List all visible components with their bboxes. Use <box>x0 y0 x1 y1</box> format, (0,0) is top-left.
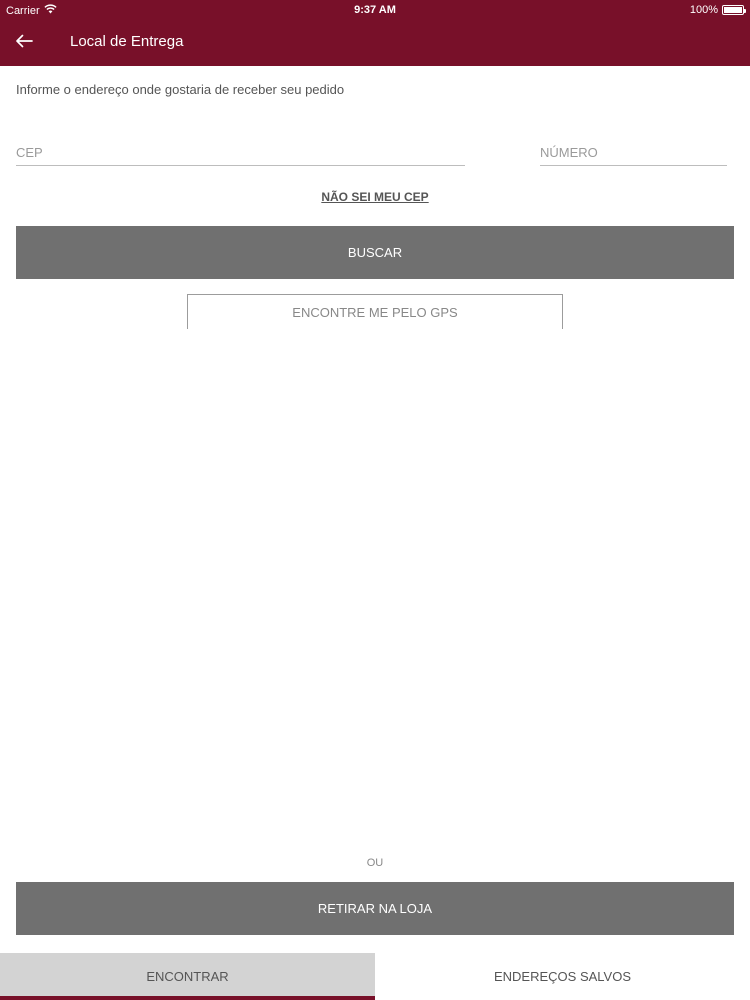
navigation-bar: Local de Entrega <box>0 20 750 66</box>
numero-field <box>540 136 727 166</box>
tab-enderecos-salvos[interactable]: ENDEREÇOS SALVOS <box>375 953 750 1000</box>
battery-icon <box>722 5 746 15</box>
arrow-left-icon <box>15 34 33 53</box>
cep-input[interactable] <box>16 136 465 164</box>
dont-know-cep-link[interactable]: NÃO SEI MEU CEP <box>0 190 750 204</box>
top-bar: Carrier 9:37 AM 100% Local de Entrega <box>0 0 750 66</box>
store-pickup-button[interactable]: RETIRAR NA LOJA <box>16 882 734 935</box>
or-separator: OU <box>366 857 384 869</box>
back-button[interactable] <box>8 26 40 60</box>
battery-group: 100% <box>689 4 746 16</box>
tab-encontrar[interactable]: ENCONTRAR <box>0 953 375 1000</box>
status-bar: Carrier 9:37 AM 100% <box>0 0 750 20</box>
bottom-tab-bar: ENCONTRAR ENDEREÇOS SALVOS <box>0 953 750 1000</box>
page-title: Local de Entrega <box>70 33 184 50</box>
instructions-text: Informe o endereço onde gostaria de rece… <box>16 82 345 97</box>
gps-button[interactable]: ENCONTRE ME PELO GPS <box>187 294 563 329</box>
delivery-location-screen: Carrier 9:37 AM 100% Local de Entrega In… <box>0 0 750 1000</box>
clock: 9:37 AM <box>354 4 396 16</box>
battery-level <box>724 7 742 13</box>
battery-percentage: 100% <box>689 4 718 16</box>
search-button[interactable]: BUSCAR <box>16 226 734 279</box>
numero-input[interactable] <box>540 136 727 164</box>
cep-field <box>16 136 465 166</box>
